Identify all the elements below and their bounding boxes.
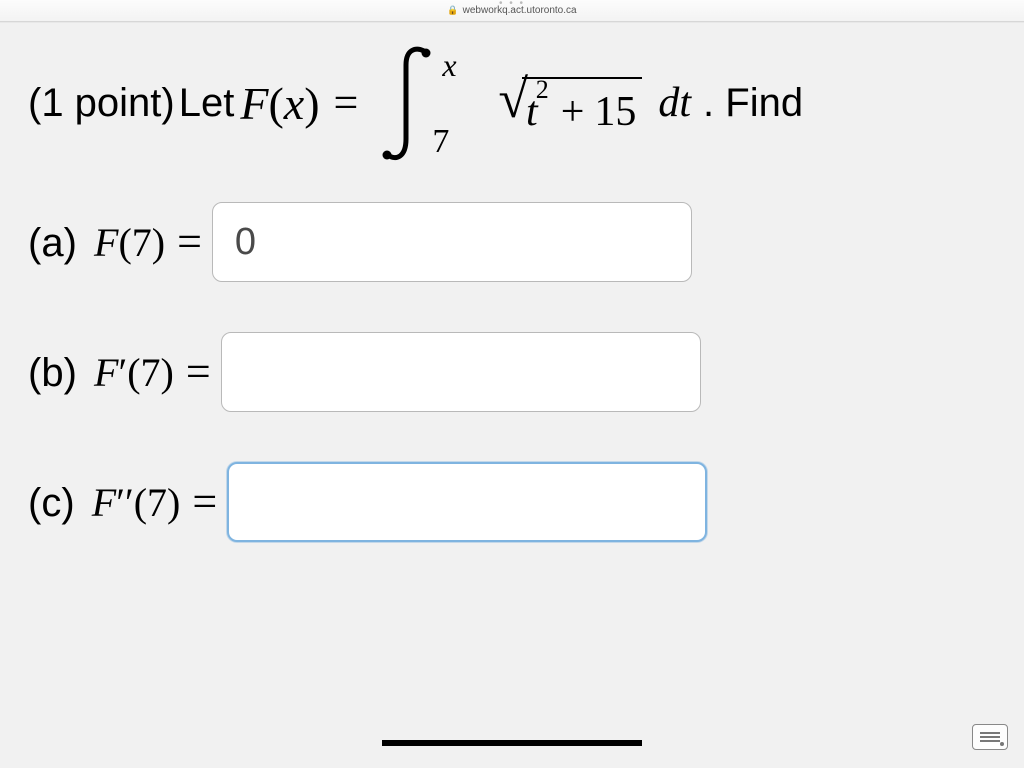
square-root: √ t2 + 15 [498, 73, 642, 133]
part-b-input[interactable] [221, 332, 701, 412]
function-definition-lhs: F(x) [240, 69, 319, 138]
keyboard-toggle-button[interactable] [972, 724, 1008, 750]
part-b-row: (b) F′(7)= [28, 333, 996, 411]
home-indicator [382, 740, 642, 746]
keyboard-icon [980, 732, 1000, 742]
keyboard-icon-dot [1000, 742, 1004, 746]
let-text: Let [179, 73, 235, 133]
integral-lower-bound: 7 [432, 116, 449, 167]
part-a-row: (a) F(7)= [28, 203, 996, 281]
part-c-input[interactable] [227, 462, 707, 542]
browser-address-bar: • • • 🔒 webworkq.act.utoronto.ca [0, 0, 1024, 22]
differential: dt [658, 72, 691, 135]
integral-upper-bound: x [442, 41, 456, 89]
points-label: (1 point) [28, 73, 175, 133]
tab-drag-indicator: • • • [499, 0, 525, 9]
integral-expression: x 7 √ t2 + 15 dt [380, 43, 691, 163]
problem-page: (1 point) Let F(x) = x 7 √ [0, 22, 1024, 768]
equals-sign: = [334, 70, 359, 136]
prompt-row: (1 point) Let F(x) = x 7 √ [28, 43, 996, 163]
part-a-label: (a) F(7)= [28, 209, 212, 275]
lock-icon: 🔒 [447, 5, 458, 16]
find-text: . Find [703, 73, 803, 133]
part-c-label: (c) F′′(7)= [28, 469, 227, 535]
part-b-label: (b) F′(7)= [28, 339, 221, 405]
problem-statement: (1 point) Let F(x) = x 7 √ [28, 43, 996, 541]
radicand: t2 + 15 [522, 77, 642, 129]
integrand: √ t2 + 15 dt [498, 72, 691, 135]
integral-sign-icon [380, 43, 438, 163]
part-c-row: (c) F′′(7)= [28, 463, 996, 541]
part-a-input[interactable] [212, 202, 692, 282]
